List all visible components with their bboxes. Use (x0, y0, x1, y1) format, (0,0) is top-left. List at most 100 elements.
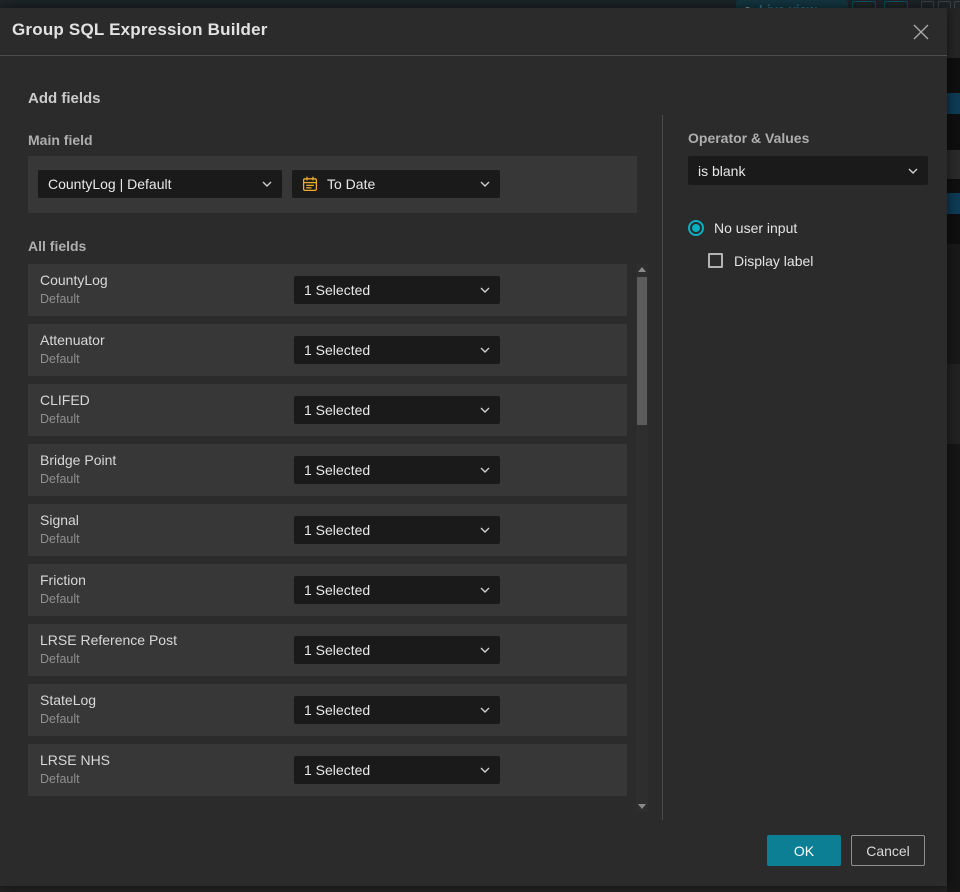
main-field-panel: CountyLog | Default To Date (28, 156, 637, 213)
dialog-title: Group SQL Expression Builder (12, 20, 268, 39)
field-name: Attenuator (40, 332, 105, 348)
select-value: 1 Selected (304, 582, 371, 598)
field-name: Bridge Point (40, 452, 117, 468)
field-sublabel: Default (40, 532, 80, 546)
field-name: LRSE NHS (40, 752, 111, 768)
select-value: To Date (327, 176, 376, 192)
main-field-select[interactable]: CountyLog | Default (38, 170, 282, 198)
chevron-down-icon (480, 647, 490, 653)
select-value: 1 Selected (304, 522, 371, 538)
chevron-down-icon (480, 587, 490, 593)
all-fields-list: CountyLog Default 1 Selected Attenuator … (28, 264, 627, 804)
occluded-block (947, 244, 960, 364)
field-card: Bridge Point Default 1 Selected (28, 444, 627, 496)
select-value: 1 Selected (304, 642, 371, 658)
cancel-button[interactable]: Cancel (851, 835, 925, 866)
field-values-select[interactable]: 1 Selected (294, 276, 500, 304)
field-card: CLIFED Default 1 Selected (28, 384, 627, 436)
select-value: is blank (698, 162, 746, 179)
checkbox-unchecked-icon[interactable] (708, 253, 723, 268)
toolbar-button-occluded (954, 1, 960, 8)
scrollbar-down-arrow-icon[interactable] (638, 804, 646, 809)
occluded-block (947, 58, 960, 93)
field-card: StateLog Default 1 Selected (28, 684, 627, 736)
select-value: 1 Selected (304, 462, 371, 478)
live-view-label: Live view (759, 0, 817, 8)
occluded-block (947, 150, 960, 179)
ok-button[interactable]: OK (767, 835, 841, 866)
chevron-down-icon (262, 181, 272, 187)
operator-values-label: Operator & Values (688, 130, 810, 146)
close-button[interactable] (909, 20, 933, 44)
field-values-select[interactable]: 1 Selected (294, 516, 500, 544)
field-sublabel: Default (40, 352, 80, 366)
field-card: Attenuator Default 1 Selected (28, 324, 627, 376)
field-sublabel: Default (40, 652, 80, 666)
live-view-toggle: Live view (736, 0, 848, 8)
dialog-header: Group SQL Expression Builder (0, 8, 947, 56)
occluded-block (947, 214, 960, 244)
field-card: Friction Default 1 Selected (28, 564, 627, 616)
select-value: 1 Selected (304, 342, 371, 358)
occluded-highlight-row (947, 93, 960, 114)
field-values-select[interactable]: 1 Selected (294, 396, 500, 424)
occluded-block (947, 179, 960, 193)
select-value: 1 Selected (304, 282, 371, 298)
toolbar-button-occluded (852, 1, 876, 8)
field-card: LRSE NHS Default 1 Selected (28, 744, 627, 796)
checkbox-label: Display label (734, 252, 814, 269)
close-icon (913, 24, 929, 40)
chevron-down-icon (480, 287, 490, 293)
occluded-block (947, 8, 960, 58)
add-fields-heading: Add fields (28, 90, 101, 107)
group-sql-expression-builder-dialog: Group SQL Expression Builder Add fields … (0, 8, 947, 886)
field-name: Friction (40, 572, 86, 588)
field-name: CountyLog (40, 272, 108, 288)
field-values-select[interactable]: 1 Selected (294, 576, 500, 604)
field-sublabel: Default (40, 292, 80, 306)
occluded-block (947, 364, 960, 444)
select-value: 1 Selected (304, 402, 371, 418)
main-field-type-select[interactable]: To Date (292, 170, 500, 198)
app-toolbar-occluded: Live view (0, 0, 960, 8)
scrollbar-up-arrow-icon[interactable] (638, 267, 646, 272)
fields-list-scrollbar[interactable] (636, 264, 648, 812)
chevron-down-icon (480, 767, 490, 773)
chevron-down-icon (480, 467, 490, 473)
radio-selected-icon[interactable] (688, 220, 704, 236)
occluded-block (947, 444, 960, 892)
chevron-down-icon (480, 407, 490, 413)
field-values-select[interactable]: 1 Selected (294, 756, 500, 784)
field-sublabel: Default (40, 712, 80, 726)
field-name: LRSE Reference Post (40, 632, 177, 648)
no-user-input-option[interactable]: No user input (688, 219, 797, 237)
select-value: 1 Selected (304, 762, 371, 778)
field-values-select[interactable]: 1 Selected (294, 636, 500, 664)
chevron-down-icon (908, 168, 918, 174)
field-card: LRSE Reference Post Default 1 Selected (28, 624, 627, 676)
select-value: 1 Selected (304, 702, 371, 718)
field-values-select[interactable]: 1 Selected (294, 456, 500, 484)
scrollbar-thumb[interactable] (637, 277, 647, 425)
field-sublabel: Default (40, 772, 80, 786)
page-background-occluded (0, 886, 947, 892)
field-values-select[interactable]: 1 Selected (294, 696, 500, 724)
field-name: StateLog (40, 692, 97, 708)
select-value: CountyLog | Default (48, 176, 172, 192)
side-panel-occluded (947, 8, 960, 892)
field-name: Signal (40, 512, 79, 528)
field-card: CountyLog Default 1 Selected (28, 264, 627, 316)
field-sublabel: Default (40, 412, 80, 426)
field-name: CLIFED (40, 392, 90, 408)
display-label-option[interactable]: Display label (708, 252, 813, 269)
operator-select[interactable]: is blank (688, 156, 928, 185)
chevron-down-icon (480, 707, 490, 713)
chevron-down-icon (480, 181, 490, 187)
field-values-select[interactable]: 1 Selected (294, 336, 500, 364)
occluded-highlight-row (947, 193, 960, 214)
occluded-block (947, 114, 960, 150)
toolbar-button-occluded (884, 1, 908, 8)
field-sublabel: Default (40, 592, 80, 606)
all-fields-label: All fields (28, 238, 87, 254)
toolbar-button-occluded (938, 1, 951, 8)
